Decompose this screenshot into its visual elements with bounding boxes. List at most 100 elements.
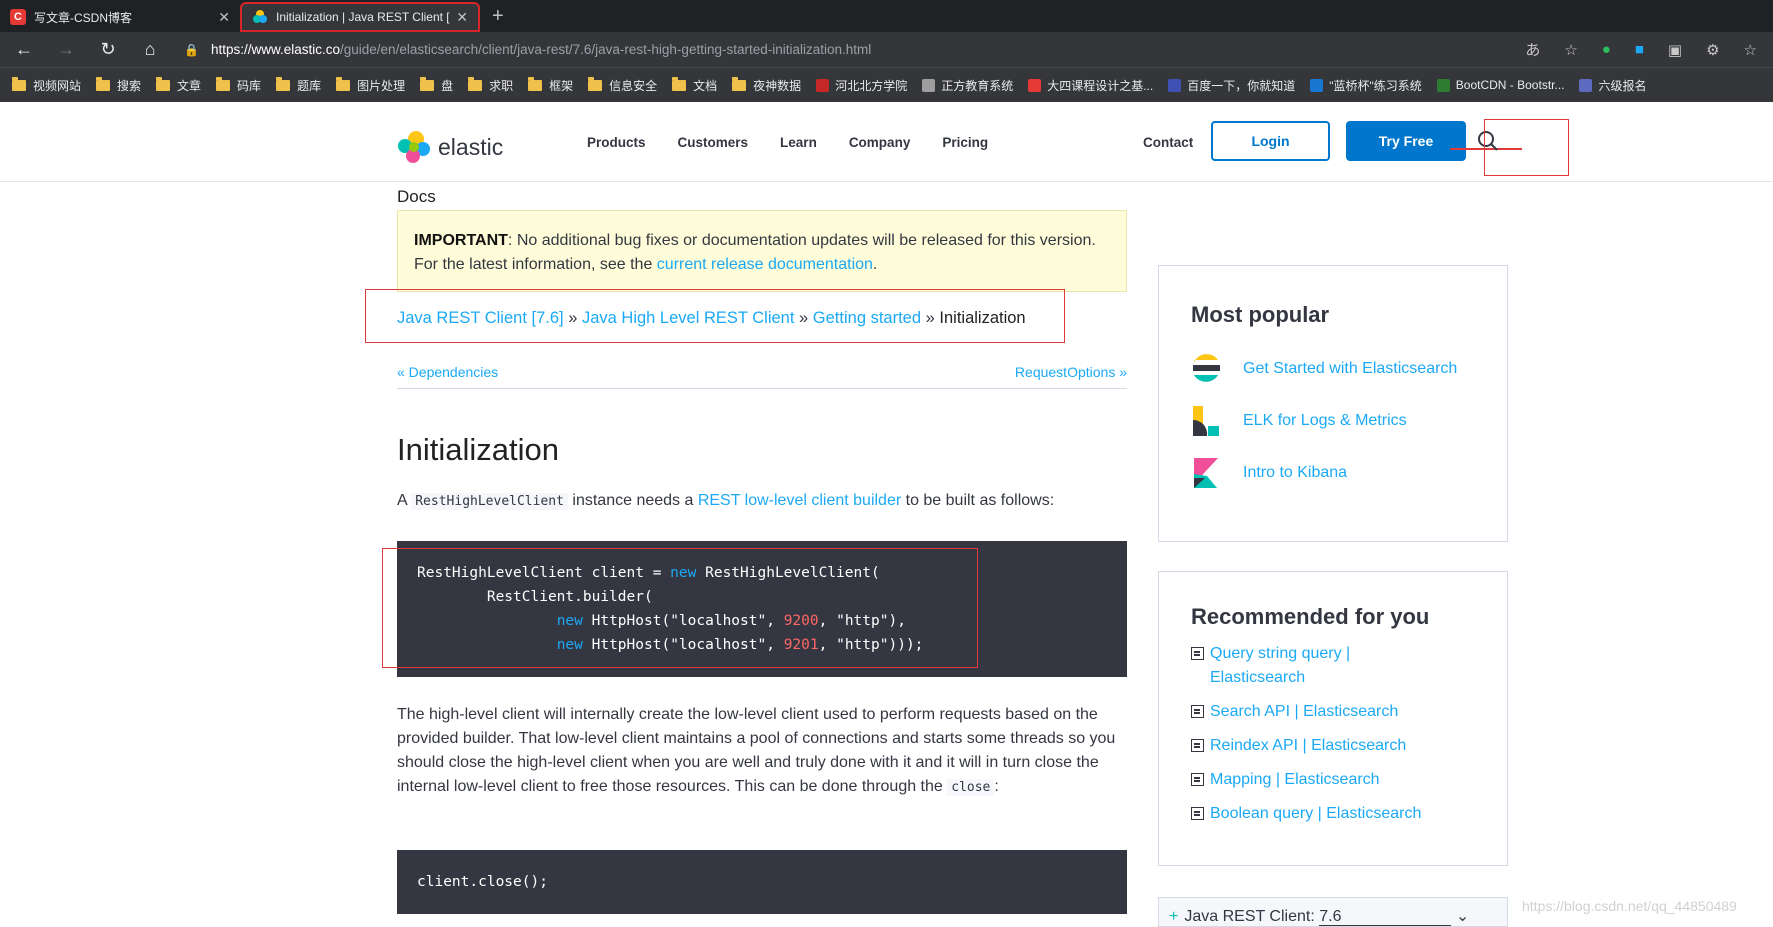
important-notice: IMPORTANT: No additional bug fixes or do… [397, 210, 1127, 292]
prev-link[interactable]: « Dependencies [397, 364, 498, 388]
puzzle-extension-icon[interactable]: ⚙ [1706, 41, 1719, 59]
popular-item[interactable]: ELK for Logs & Metrics [1191, 404, 1475, 438]
bookmark-item[interactable]: 图片处理 [336, 76, 405, 94]
notice-end: . [872, 256, 878, 273]
nav-pricing[interactable]: Pricing [942, 135, 988, 150]
paragraph-end: : [994, 778, 999, 795]
bookmark-label: 题库 [297, 78, 322, 93]
extension-icon[interactable]: ■ [1635, 41, 1644, 58]
bookmark-item[interactable]: 盘 [420, 76, 454, 94]
nav-customers[interactable]: Customers [678, 135, 749, 150]
popular-item[interactable]: Get Started with Elasticsearch [1191, 352, 1475, 386]
folder-icon [276, 76, 291, 91]
reload-icon[interactable]: ↻ [92, 36, 124, 64]
try-free-button[interactable]: Try Free [1346, 121, 1466, 161]
site-favicon-icon [1436, 78, 1450, 92]
bookmark-item[interactable]: 码库 [216, 76, 262, 94]
address-bar-row: ← → ↻ ⌂ 🔒 https://www.elastic.co/guide/e… [0, 32, 1773, 67]
paragraph-text: The high-level client will internally cr… [397, 706, 1116, 795]
recommended-link-title: Query string query [1210, 645, 1342, 662]
folder-icon [336, 76, 351, 91]
recommended-link[interactable]: Query string query | Elasticsearch [1210, 642, 1350, 690]
folder-icon [528, 76, 543, 91]
bookmark-item[interactable]: 文章 [156, 76, 201, 94]
tab-title: Initialization | Java REST Client [7 [276, 10, 451, 24]
close-icon[interactable]: ✕ [456, 9, 468, 26]
bookmark-item[interactable]: 信息安全 [588, 76, 657, 94]
reader-extension-icon[interactable]: ▣ [1668, 41, 1682, 59]
tab-csdn[interactable]: C 写文章-CSDN博客 ✕ [0, 2, 240, 32]
forward-arrow-icon[interactable]: → [50, 36, 82, 64]
site-favicon-icon [1028, 78, 1042, 92]
bookmark-label: 盘 [441, 78, 454, 93]
back-arrow-icon[interactable]: ← [8, 36, 40, 64]
version-select-value[interactable]: 7.6 [1319, 908, 1452, 926]
url-input[interactable]: 🔒 https://www.elastic.co/guide/en/elasti… [176, 36, 1525, 64]
nav-company[interactable]: Company [849, 135, 911, 150]
next-link[interactable]: RequestOptions » [1015, 364, 1127, 388]
site-header: elastic Products Customers Learn Company… [0, 102, 1773, 182]
chevron-down-icon[interactable]: ⌄ [1456, 908, 1469, 925]
recommended-link[interactable]: Reindex API | Elasticsearch [1210, 734, 1406, 758]
bookmark-item[interactable]: 搜索 [96, 76, 142, 94]
site-favicon-icon [1168, 78, 1182, 92]
bookmark-item[interactable]: 六级报名 [1579, 77, 1647, 94]
intro-mid: instance needs a [567, 492, 698, 509]
popular-link[interactable]: Intro to Kibana [1243, 464, 1347, 482]
login-button[interactable]: Login [1211, 121, 1330, 161]
bookmark-item[interactable]: BootCDN - Bootstr... [1436, 78, 1565, 92]
bookmark-item[interactable]: "蓝桥杯"练习系统 [1310, 77, 1422, 94]
recommended-item[interactable]: Mapping | Elasticsearch [1191, 768, 1475, 792]
bookmark-label: 夜神数据 [753, 78, 802, 93]
recommended-link[interactable]: Mapping | Elasticsearch [1210, 768, 1380, 792]
home-icon[interactable]: ⌂ [134, 36, 166, 64]
bookmark-item[interactable]: 视频网站 [12, 76, 81, 94]
recommended-link-source: Elasticsearch [1210, 669, 1306, 686]
new-tab-plus-icon[interactable]: + [492, 2, 504, 32]
bookmark-item[interactable]: 文档 [672, 76, 717, 94]
bookmark-item[interactable]: 河北北方学院 [816, 77, 907, 94]
bookmark-item[interactable]: 正方教育系统 [922, 77, 1013, 94]
folder-icon [156, 76, 171, 91]
document-icon [1191, 773, 1204, 786]
folder-icon [420, 76, 435, 91]
recommended-link-title: Search API [1210, 703, 1291, 720]
elasticsearch-icon [1191, 352, 1221, 386]
recommended-link[interactable]: Search API | Elasticsearch [1210, 700, 1398, 724]
recommended-item[interactable]: Reindex API | Elasticsearch [1191, 734, 1475, 758]
recommended-item[interactable]: Boolean query | Elasticsearch [1191, 802, 1475, 826]
favorite-star-icon[interactable]: ☆ [1564, 41, 1577, 59]
bookmark-item[interactable]: 求职 [468, 76, 513, 94]
bookmark-label: 大四课程设计之基... [1047, 78, 1154, 93]
current-release-link[interactable]: current release documentation [657, 256, 873, 273]
bookmark-item[interactable]: 夜神数据 [732, 76, 802, 94]
bookmark-item[interactable]: 大四课程设计之基... [1028, 77, 1153, 94]
nav-products[interactable]: Products [587, 135, 646, 150]
bookmark-item[interactable]: 题库 [276, 76, 322, 94]
csdn-favicon-icon: C [10, 9, 26, 25]
recommended-item[interactable]: Search API | Elasticsearch [1191, 700, 1475, 724]
nav-learn[interactable]: Learn [780, 135, 817, 150]
popular-link[interactable]: Get Started with Elasticsearch [1243, 360, 1457, 378]
close-icon[interactable]: ✕ [218, 9, 230, 26]
nav-contact[interactable]: Contact [1143, 135, 1193, 150]
expand-plus-icon[interactable]: + [1169, 908, 1178, 925]
bookmark-label: 搜索 [117, 78, 142, 93]
popular-item[interactable]: Intro to Kibana [1191, 456, 1475, 490]
lock-icon: 🔒 [184, 42, 199, 57]
evernote-extension-icon[interactable]: ● [1602, 41, 1611, 58]
low-level-builder-link[interactable]: REST low-level client builder [698, 492, 901, 509]
bookmark-item[interactable]: 框架 [528, 76, 573, 94]
bookmark-item[interactable]: 百度一下，你就知道 [1168, 77, 1295, 94]
recommended-link[interactable]: Boolean query | Elasticsearch [1210, 802, 1421, 826]
translate-icon[interactable]: あ [1525, 39, 1540, 60]
bookmark-label: BootCDN - Bootstr... [1455, 78, 1565, 92]
tab-initialization[interactable]: Initialization | Java REST Client [7 ✕ [240, 2, 480, 32]
popular-link[interactable]: ELK for Logs & Metrics [1243, 412, 1407, 430]
bookmark-label: 码库 [237, 78, 262, 93]
recommended-item[interactable]: Query string query | Elasticsearch [1191, 642, 1475, 690]
version-select[interactable]: + Java REST Client: 7.6 ⌄ [1158, 897, 1508, 927]
favorites-icon[interactable]: ☆ [1744, 41, 1757, 59]
elastic-logo[interactable]: elastic [396, 130, 503, 164]
bookmark-label: 六级报名 [1598, 78, 1647, 93]
